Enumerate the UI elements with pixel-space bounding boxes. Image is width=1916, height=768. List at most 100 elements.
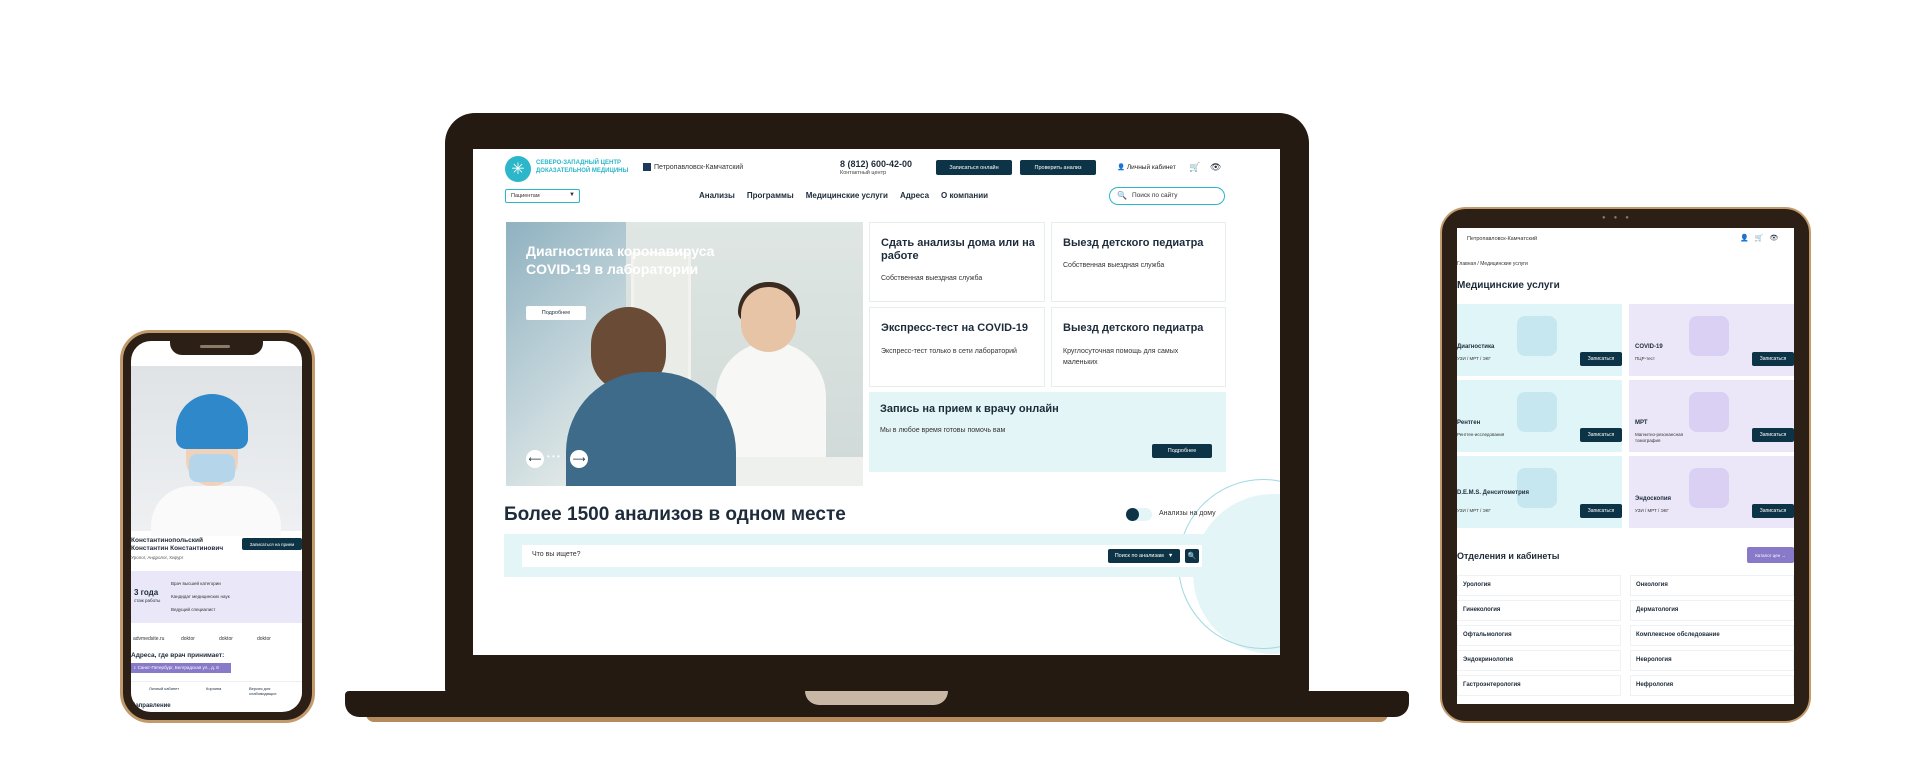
arrow-left-icon[interactable]: ⟵	[526, 450, 544, 468]
nav-item-services[interactable]: Медицинские услуги	[806, 191, 888, 200]
cart-icon[interactable]: 🛒	[1755, 235, 1770, 242]
tablet-city[interactable]: Петропавловск-Камчатский	[1467, 236, 1537, 242]
service-name: COVID-19	[1635, 344, 1663, 350]
breadcrumb[interactable]: Главная / Медицинские услуги	[1457, 261, 1528, 267]
service-card[interactable]: D.E.M.S. Денситометрия УЗИ / МРТ / ЭКГ З…	[1457, 456, 1622, 528]
site-search-input[interactable]: 🔍 Поиск по сайту	[1109, 187, 1225, 205]
nav-item-tests[interactable]: Анализы	[699, 191, 735, 200]
department-item[interactable]: Дерматология	[1630, 600, 1794, 621]
bottom-bar-account[interactable]: Личный кабинет	[149, 686, 179, 691]
eye-icon[interactable]: 👁	[1210, 162, 1221, 173]
bottom-bar-cart[interactable]: Корзина	[206, 686, 221, 691]
doctor-photo	[131, 366, 302, 536]
nav-item-addresses[interactable]: Адреса	[900, 191, 929, 200]
hero-photo-doctor-face	[741, 287, 796, 352]
social-link[interactable]: doktor	[181, 636, 195, 642]
nav-item-programs[interactable]: Программы	[747, 191, 794, 200]
home-tests-toggle-label: Анализы на дому	[1159, 510, 1216, 517]
social-link[interactable]: doktor	[257, 636, 271, 642]
promo-card-home-tests[interactable]: Сдать анализы дома или на работе Собстве…	[869, 222, 1045, 302]
promo-card-title: Выезд детского педиатра	[1063, 322, 1204, 334]
promo-card-express-test[interactable]: Экспресс-тест на COVID-19 Экспресс-тест …	[869, 307, 1045, 387]
service-book-button[interactable]: Записаться	[1752, 504, 1794, 518]
user-icon[interactable]: 👤	[1740, 235, 1755, 242]
phone-caption: Контактный центр	[840, 170, 887, 176]
department-item[interactable]: Нефрология	[1630, 675, 1794, 696]
service-subtitle: УЗИ / МРТ / ЭКГ	[1457, 508, 1491, 513]
promo-card-title: Выезд детского педиатра	[1063, 237, 1204, 249]
service-name: МРТ	[1635, 420, 1648, 426]
experience-caption: стаж работы	[134, 598, 161, 603]
service-name: D.E.M.S. Денситометрия	[1457, 490, 1529, 496]
phone-screen: Константинопольский Константин Константи…	[131, 341, 302, 712]
check-test-button[interactable]: Проверить анализ	[1020, 160, 1096, 175]
tests-search-input[interactable]: Что вы ищете?	[522, 545, 1202, 567]
logo-icon[interactable]: ✳	[505, 156, 531, 182]
social-link[interactable]: doktor	[219, 636, 233, 642]
logo-text[interactable]: СЕВЕРО-ЗАПАДНЫЙ ЦЕНТР ДОКАЗАТЕЛЬНОЙ МЕДИ…	[536, 159, 636, 175]
bottom-bar-accessibility[interactable]: Версия для слабовидящих	[249, 686, 299, 696]
promo-card-online-booking[interactable]: Запись на прием к врачу онлайн Мы в любо…	[869, 392, 1226, 472]
promo-card-title: Сдать анализы дома или на работе	[881, 237, 1035, 262]
service-name: Диагностика	[1457, 344, 1495, 350]
book-doctor-button[interactable]: Записаться на прием	[242, 538, 302, 550]
department-item[interactable]: Урология	[1457, 575, 1621, 596]
department-item[interactable]: Онкология	[1630, 575, 1794, 596]
book-online-button[interactable]: Записаться онлайн	[936, 160, 1012, 175]
service-card[interactable]: Диагностика УЗИ / МРТ / ЭКГ Записаться	[1457, 304, 1622, 376]
price-catalog-button[interactable]: Каталог цен →	[1747, 547, 1794, 563]
booking-more-button[interactable]: Подробнее	[1152, 444, 1212, 458]
eye-icon[interactable]: 👁	[1769, 235, 1784, 242]
doctor-photo-cap	[176, 394, 248, 449]
service-illustration	[1517, 316, 1557, 356]
service-book-button[interactable]: Записаться	[1580, 352, 1622, 366]
social-link[interactable]: advmedsite.ru	[133, 636, 164, 642]
address-chip[interactable]: г. Санкт-Петербург, Белградская ул., д. …	[131, 663, 231, 673]
doctor-name: Константинопольский Константин Константи…	[131, 537, 224, 552]
service-name: Эндоскопия	[1635, 496, 1672, 502]
audience-select[interactable]: Пациентам ▼	[505, 189, 580, 203]
service-card[interactable]: МРТ Магнитно-резонансная томография Запи…	[1629, 380, 1794, 452]
doctor-feature: Ведущий специалист	[171, 607, 216, 612]
service-card[interactable]: COVID-19 ПЦР-тест Записаться	[1629, 304, 1794, 376]
tests-search-mode-select[interactable]: Поиск по анализам ▼	[1108, 549, 1180, 563]
department-item[interactable]: Гастроэнтерология	[1457, 675, 1621, 696]
department-item[interactable]: Эндокринология	[1457, 650, 1621, 671]
cart-icon[interactable]: 🛒	[1189, 162, 1200, 173]
doctor-specialty: Уролог, Андролог, Хирург	[131, 555, 184, 560]
home-tests-toggle[interactable]	[1126, 508, 1152, 521]
promo-card-subtitle: Собственная выездная служба	[1063, 262, 1165, 269]
department-item[interactable]: Гинекология	[1457, 600, 1621, 621]
service-book-button[interactable]: Записаться	[1580, 428, 1622, 442]
department-item[interactable]: Офтальмология	[1457, 625, 1621, 646]
slider-dots[interactable]: • • •	[547, 452, 560, 461]
account-label: Личный кабинет	[1126, 164, 1176, 171]
department-item[interactable]: Неврология	[1630, 650, 1794, 671]
service-book-button[interactable]: Записаться	[1752, 428, 1794, 442]
service-book-button[interactable]: Записаться	[1752, 352, 1794, 366]
search-icon: 🔍	[1117, 191, 1127, 200]
service-illustration	[1689, 468, 1729, 508]
phone-number[interactable]: 8 (812) 600-42-00	[840, 159, 912, 169]
department-item[interactable]: Комплексное обследование	[1630, 625, 1794, 646]
account-link[interactable]: 👤 Личный кабинет	[1117, 163, 1176, 171]
search-icon[interactable]: 🔍	[1185, 549, 1199, 563]
promo-card-pediatrician-24h[interactable]: Выезд детского педиатра Круглосуточная п…	[1051, 307, 1226, 387]
hero-banner[interactable]: Диагностика коронавируса COVID-19 в лабо…	[506, 222, 863, 486]
arrow-right-icon[interactable]: ⟶	[570, 450, 588, 468]
chevron-down-icon: ▼	[569, 192, 575, 198]
nav-item-about[interactable]: О компании	[941, 191, 988, 200]
service-card[interactable]: Рентген Рентген-исследования Записаться	[1457, 380, 1622, 452]
promo-card-subtitle: Мы в любое время готовы помочь вам	[880, 427, 1006, 434]
city-label: Петропавловск-Камчатский	[654, 163, 744, 171]
hero-more-button[interactable]: Подробнее	[526, 306, 586, 320]
service-illustration	[1517, 392, 1557, 432]
service-illustration	[1689, 316, 1729, 356]
promo-card-pediatrician[interactable]: Выезд детского педиатра Собственная выез…	[1051, 222, 1226, 302]
user-icon: 👤	[1117, 164, 1126, 171]
direction-heading: Направление	[131, 703, 171, 709]
service-card[interactable]: Эндоскопия УЗИ / МРТ / ЭКГ Записаться	[1629, 456, 1794, 528]
service-book-button[interactable]: Записаться	[1580, 504, 1622, 518]
promo-card-title: Экспресс-тест на COVID-19	[881, 322, 1029, 334]
city-selector[interactable]: Петропавловск-Камчатский	[643, 163, 743, 171]
